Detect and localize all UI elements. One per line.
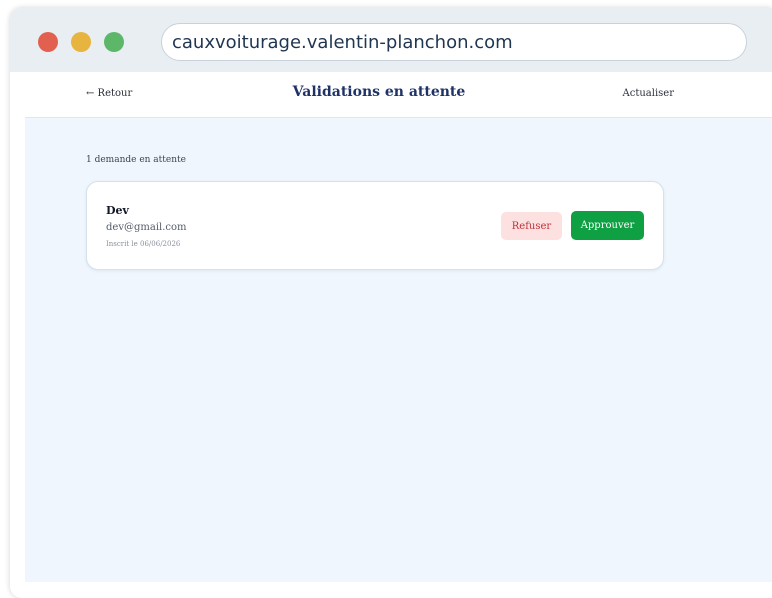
- page-content: ← Retour Validations en attente Actualis…: [25, 72, 772, 582]
- registration-date: Inscrit le 06/06/2026: [106, 240, 181, 248]
- browser-chrome: cauxvoiturage.valentin-planchon.com: [10, 8, 772, 72]
- user-name: Dev: [106, 204, 129, 217]
- maximize-window-dot[interactable]: [104, 32, 124, 52]
- browser-window: cauxvoiturage.valentin-planchon.com ← Re…: [10, 8, 772, 598]
- approve-button[interactable]: Approuver: [571, 211, 644, 240]
- pending-request-card: Dev dev@gmail.com Inscrit le 06/06/2026 …: [86, 181, 664, 270]
- close-window-dot[interactable]: [38, 32, 58, 52]
- refresh-link[interactable]: Actualiser: [623, 88, 674, 99]
- user-email: dev@gmail.com: [106, 222, 187, 233]
- minimize-window-dot[interactable]: [71, 32, 91, 52]
- address-bar-url: cauxvoiturage.valentin-planchon.com: [172, 31, 513, 53]
- address-bar[interactable]: cauxvoiturage.valentin-planchon.com: [161, 23, 747, 61]
- reject-button[interactable]: Refuser: [501, 212, 562, 240]
- top-navigation-bar: ← Retour Validations en attente Actualis…: [25, 72, 772, 118]
- pending-count: 1 demande en attente: [86, 155, 186, 165]
